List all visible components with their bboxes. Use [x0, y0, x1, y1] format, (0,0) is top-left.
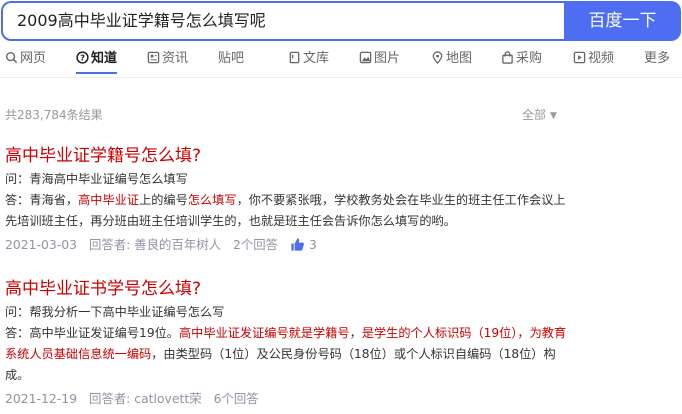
answerer-link[interactable]: 回答者: catlovett荣	[89, 391, 202, 406]
result-title-link[interactable]: 高中毕业证书学号怎么填?	[5, 276, 575, 302]
document-icon	[289, 51, 300, 64]
shopping-bag-icon	[502, 51, 513, 64]
result-question: 问：青海高中毕业证编号怎么填写	[5, 172, 188, 186]
tab-zhidao[interactable]: ? 知道	[76, 46, 118, 74]
answer-count-link[interactable]: 2个回答	[233, 237, 278, 252]
tab-label: 图片	[374, 51, 401, 66]
answer-highlight: 怎么填写	[187, 193, 237, 207]
answer-text: 上的编号	[139, 193, 188, 207]
tab-label: 贴吧	[218, 51, 245, 66]
result-meta: 2021-12-19 回答者: catlovett荣 6个回答	[5, 388, 575, 410]
svg-text:?: ?	[80, 52, 85, 62]
result-meta: 2021-03-03 回答者: 善良的百年树人 2个回答 3	[5, 234, 575, 256]
filter-label: 全部	[522, 108, 547, 122]
answer-text: 答：青海省，	[5, 193, 79, 207]
tab-images[interactable]: 图片	[359, 46, 400, 72]
tab-more[interactable]: 更多	[644, 46, 670, 72]
tab-tieba[interactable]: 贴吧	[218, 46, 244, 72]
answer-count-link[interactable]: 6个回答	[214, 391, 259, 406]
tabs-divider	[0, 77, 682, 78]
result-date: 2021-03-03	[5, 237, 78, 252]
question-icon: ?	[76, 51, 89, 64]
search-button[interactable]: 百度一下	[564, 1, 681, 41]
thumbs-up-icon	[291, 238, 304, 251]
result-title: 高中毕业证学籍号怎么填?	[5, 146, 202, 166]
news-icon	[147, 51, 160, 64]
like-button[interactable]: 3	[290, 237, 325, 252]
tab-map[interactable]: 地图	[431, 46, 472, 72]
search-tabs: 网页 ? 知道 资讯 贴吧 文库 图片 地图 采购 视频 更多	[0, 46, 682, 74]
result-answer: 答：青海省，高中毕业证上的编号怎么填写，你不要紧张哦，学校教务处会在毕业生的班主…	[5, 190, 575, 232]
result-answer: 答：高中毕业证发证编号19位。高中毕业证发证编号就是学籍号，是学生的个人标识码（…	[5, 323, 575, 386]
map-pin-icon	[432, 51, 443, 64]
answer-text: 答：高中毕业证发证编号19位。	[5, 326, 179, 340]
tab-label: 网页	[20, 51, 47, 66]
result-title: 高中毕业证书学号怎么填?	[5, 279, 202, 299]
tab-label: 地图	[446, 51, 473, 66]
tab-shopping[interactable]: 采购	[501, 46, 542, 72]
tab-web[interactable]: 网页	[5, 46, 46, 72]
answer-highlight: 高中毕业证	[78, 193, 140, 207]
tab-wenku[interactable]: 文库	[288, 46, 329, 72]
tab-video[interactable]: 视频	[573, 46, 614, 72]
result-item: 高中毕业证学籍号怎么填? 问：青海高中毕业证编号怎么填写 答：青海省，高中毕业证…	[5, 143, 575, 256]
tab-label: 采购	[516, 51, 543, 66]
result-item: 高中毕业证书学号怎么填? 问：帮我分析一下高中毕业证编号怎么写 答：高中毕业证发…	[5, 276, 575, 410]
answer-highlight: 高中毕业证发证编号就是学籍号	[178, 326, 350, 340]
tab-label: 资讯	[162, 51, 189, 66]
tab-label: 文库	[303, 51, 330, 66]
video-icon	[573, 51, 586, 64]
result-title-link[interactable]: 高中毕业证学籍号怎么填?	[5, 143, 575, 169]
like-count: 3	[308, 237, 317, 252]
search-input[interactable]: 2009高中毕业证学籍号怎么填写呢	[1, 1, 564, 41]
chevron-down-icon: ▼	[550, 111, 557, 121]
result-question: 问：帮我分析一下高中毕业证编号怎么写	[5, 305, 225, 319]
image-icon	[359, 51, 372, 64]
result-count: 共283,784条结果	[5, 108, 103, 122]
tab-news[interactable]: 资讯	[147, 46, 188, 72]
tab-label: 知道	[91, 51, 118, 66]
answer-text: ，	[349, 326, 362, 340]
search-bar: 2009高中毕业证学籍号怎么填写呢 百度一下	[1, 1, 681, 41]
tab-label: 更多	[644, 51, 671, 66]
tab-label: 视频	[588, 51, 615, 66]
filter-dropdown[interactable]: 全部 ▼	[522, 106, 557, 123]
search-icon	[5, 51, 18, 64]
result-date: 2021-12-19	[5, 391, 78, 406]
answerer-link[interactable]: 回答者: 善良的百年树人	[89, 237, 221, 252]
